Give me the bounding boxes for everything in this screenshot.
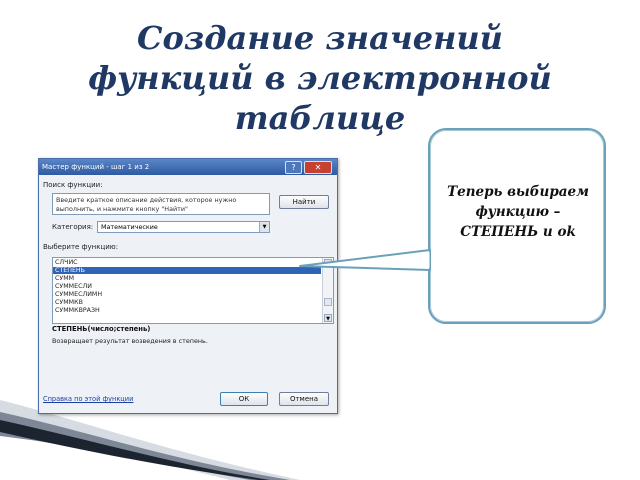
scroll-down-icon[interactable]: ▼ bbox=[324, 314, 332, 322]
function-item[interactable]: СЛЧИС bbox=[53, 259, 321, 266]
function-item-selected[interactable]: СТЕПЕНЬ bbox=[53, 267, 321, 274]
ok-button[interactable]: ОК bbox=[220, 392, 268, 406]
choose-function-label: Выберите функцию: bbox=[43, 243, 119, 251]
function-list[interactable]: СЛЧИС СТЕПЕНЬ СУММ СУММЕСЛИ СУММЕСЛИМН С… bbox=[52, 257, 334, 324]
chevron-down-icon[interactable]: ▼ bbox=[259, 222, 269, 232]
close-icon[interactable]: ✕ bbox=[304, 161, 332, 174]
search-input[interactable]: Введите краткое описание действия, котор… bbox=[52, 193, 270, 215]
dialog-titlebar[interactable]: Мастер функций - шаг 1 из 2 ? ✕ bbox=[39, 159, 337, 175]
search-label: Поиск функции: bbox=[43, 181, 103, 189]
category-label: Категория: bbox=[52, 223, 94, 231]
function-help-link[interactable]: Справка по этой функции bbox=[43, 395, 133, 403]
function-signature: СТЕПЕНЬ(число;степень) bbox=[52, 325, 151, 333]
function-item[interactable]: СУММКВРАЗН bbox=[53, 307, 321, 314]
function-wizard-dialog: Мастер функций - шаг 1 из 2 ? ✕ Поиск фу… bbox=[38, 158, 338, 414]
function-item[interactable]: СУММКВ bbox=[53, 299, 321, 306]
slide-title-line-1: Создание значений bbox=[137, 19, 503, 57]
category-value: Математические bbox=[101, 223, 158, 231]
scroll-up-icon[interactable]: ▲ bbox=[324, 259, 332, 267]
category-select[interactable]: Математические ▼ bbox=[97, 221, 270, 233]
cancel-button[interactable]: Отмена bbox=[279, 392, 329, 406]
function-description: Возвращает результат возведения в степен… bbox=[52, 337, 208, 345]
help-icon[interactable]: ? bbox=[285, 161, 302, 174]
scroll-thumb[interactable] bbox=[324, 298, 332, 306]
function-item[interactable]: СУММЕСЛИ bbox=[53, 283, 321, 290]
find-button[interactable]: Найти bbox=[279, 195, 329, 209]
callout-text: Теперь выбираем функцию – СТЕПЕНЬ и ok bbox=[447, 184, 589, 240]
function-list-scrollbar[interactable]: ▲ ▼ bbox=[322, 258, 333, 323]
dialog-title: Мастер функций - шаг 1 из 2 bbox=[42, 163, 150, 171]
slide-title-line-2: функций в электронной bbox=[88, 59, 552, 97]
function-item[interactable]: СУММ bbox=[53, 275, 321, 282]
callout-box: Теперь выбираем функцию – СТЕПЕНЬ и ok bbox=[428, 128, 606, 324]
function-item[interactable]: СУММЕСЛИМН bbox=[53, 291, 321, 298]
slide-title: Создание значений функций в электронной … bbox=[0, 18, 640, 138]
